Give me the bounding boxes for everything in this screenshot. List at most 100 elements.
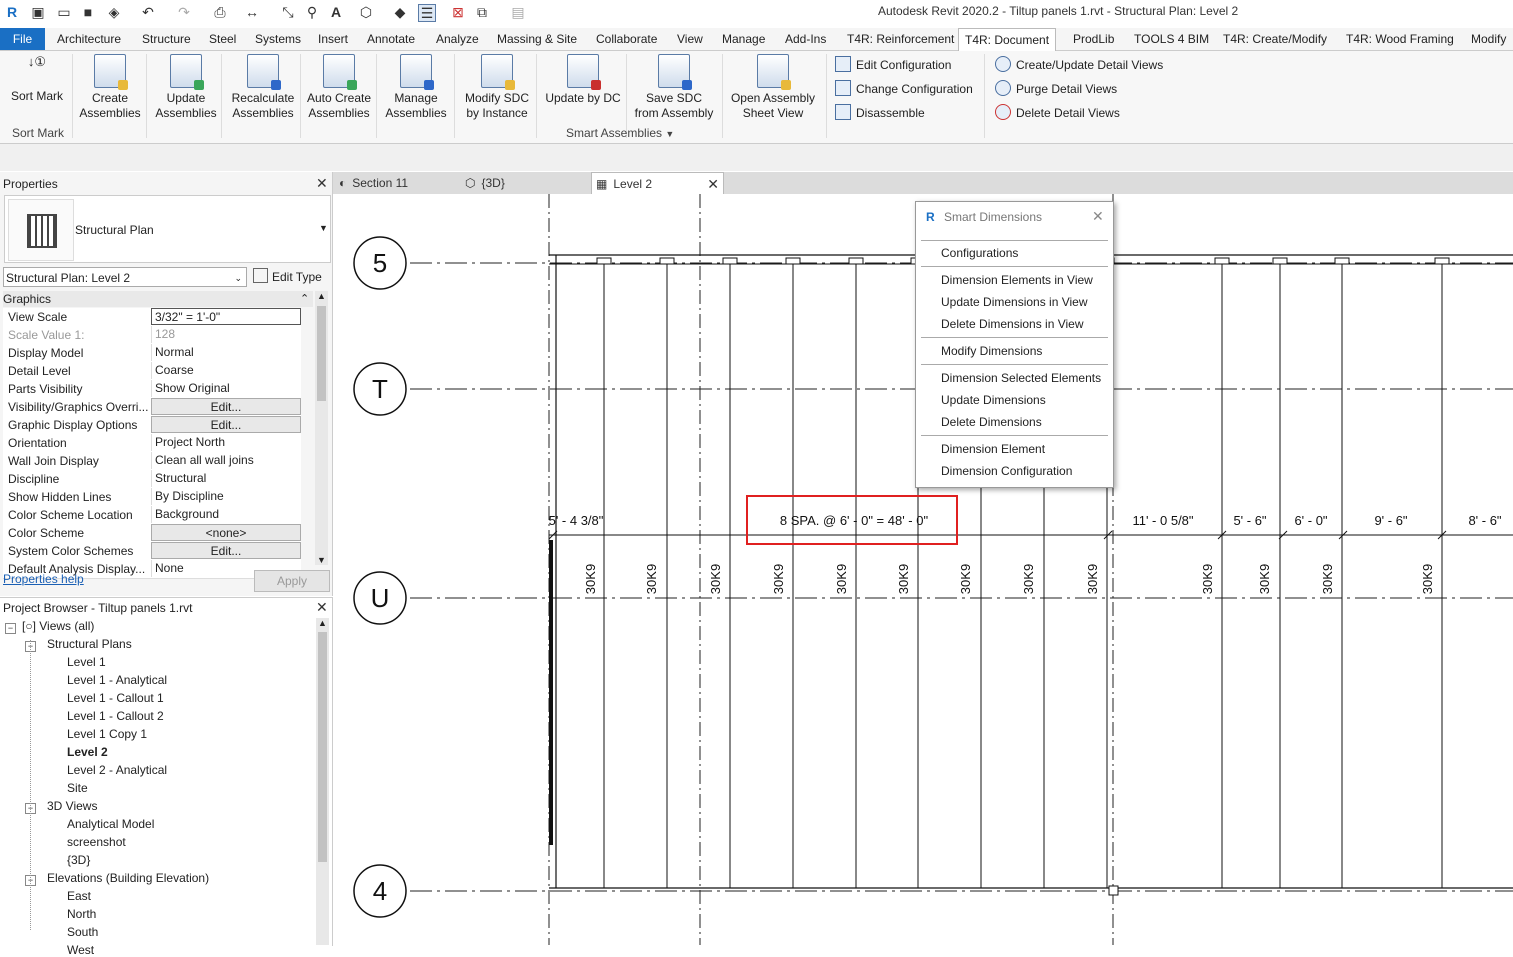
tab-t4r-create-modify[interactable]: T4R: Create/Modify: [1223, 32, 1327, 46]
save-sdc-from-assembly-button[interactable]: Save SDC from Assembly: [629, 54, 719, 121]
tab-tools-4-bim[interactable]: TOOLS 4 BIM: [1134, 32, 1209, 46]
measure-icon[interactable]: ↔: [244, 4, 260, 20]
close-icon[interactable]: ✕: [316, 175, 328, 192]
tab-architecture[interactable]: Architecture: [57, 32, 121, 46]
change-configuration-button[interactable]: Change Configuration: [835, 80, 973, 96]
revit-logo-icon[interactable]: R: [4, 4, 20, 20]
browser-node[interactable]: Site: [67, 781, 88, 795]
update-by-dc-button[interactable]: Update by DC: [540, 54, 626, 106]
undo-icon[interactable]: ↶: [140, 4, 156, 20]
menu-item-dimension-element[interactable]: Dimension Element: [941, 442, 1045, 456]
tab-systems[interactable]: Systems: [255, 32, 301, 46]
manage-assemblies-button[interactable]: Manage Assemblies: [380, 54, 452, 121]
edit-type-button[interactable]: Edit Type: [253, 268, 322, 284]
property-value[interactable]: Clean all wall joins: [151, 452, 301, 469]
tab-insert[interactable]: Insert: [318, 32, 348, 46]
3d-view-icon[interactable]: ⬡: [358, 4, 374, 20]
menu-item-update-dimensions[interactable]: Update Dimensions: [941, 393, 1046, 407]
browser-node[interactable]: Level 1 Copy 1: [67, 727, 147, 741]
disassemble-button[interactable]: Disassemble: [835, 104, 925, 120]
create-assemblies-button[interactable]: Create Assemblies: [78, 54, 142, 121]
browser-node[interactable]: South: [67, 925, 98, 939]
panel-label-smart-assemblies[interactable]: Smart Assemblies ▼: [566, 126, 674, 140]
browser-node[interactable]: West: [67, 943, 94, 957]
purge-detail-views-button[interactable]: Purge Detail Views: [995, 80, 1117, 96]
view-instance-selector[interactable]: Structural Plan: Level 2 ⌄: [3, 267, 247, 287]
graphics-group[interactable]: Graphics ⌃: [3, 291, 313, 307]
tab-modify[interactable]: Modify: [1471, 32, 1506, 46]
property-edit-button[interactable]: Edit...: [151, 542, 301, 559]
browser-node[interactable]: Analytical Model: [67, 817, 154, 831]
modify-sdc-by-instance-button[interactable]: Modify SDC by Instance: [459, 54, 535, 121]
menu-item-dimension-selected-elements[interactable]: Dimension Selected Elements: [941, 371, 1101, 385]
property-value[interactable]: Show Original: [151, 380, 301, 397]
tab-file[interactable]: File: [0, 28, 45, 50]
apply-button[interactable]: Apply: [254, 570, 330, 592]
open-assembly-sheet-view-button[interactable]: Open Assembly Sheet View: [727, 54, 819, 121]
browser-node[interactable]: {3D}: [67, 853, 90, 867]
tab-t4r-wood-framing[interactable]: T4R: Wood Framing: [1346, 32, 1454, 46]
collapse-toggle-icon[interactable]: −: [5, 623, 16, 634]
tab-level-2[interactable]: ▦ Level 2 ✕: [591, 172, 724, 195]
tab-massing-site[interactable]: Massing & Site: [497, 32, 577, 46]
tab-annotate[interactable]: Annotate: [367, 32, 415, 46]
recalculate-assemblies-button[interactable]: Recalculate Assemblies: [226, 54, 300, 121]
property-value[interactable]: Normal: [151, 344, 301, 361]
property-value[interactable]: Structural: [151, 470, 301, 487]
browser-node[interactable]: Level 1 - Analytical: [67, 673, 167, 687]
tab-section-11[interactable]: ◐ Section 11: [339, 172, 459, 194]
close-icon[interactable]: ✕: [316, 599, 328, 616]
browser-node[interactable]: Level 1 - Callout 1: [67, 691, 164, 705]
sync-icon[interactable]: ◈: [106, 4, 122, 20]
home-icon[interactable]: ▣: [30, 4, 46, 20]
tab-manage[interactable]: Manage: [722, 32, 765, 46]
browser-node[interactable]: Level 2: [67, 745, 108, 759]
customize-icon[interactable]: ▤: [510, 4, 526, 20]
property-edit-button[interactable]: Edit...: [151, 416, 301, 433]
properties-help-link[interactable]: Properties help: [3, 572, 84, 586]
menu-item-update-dimensions-in-view[interactable]: Update Dimensions in View: [941, 295, 1088, 309]
properties-scrollbar[interactable]: ▲ ▼: [315, 291, 328, 565]
save-icon[interactable]: ■: [80, 4, 96, 20]
edit-configuration-button[interactable]: Edit Configuration: [835, 56, 951, 72]
property-value[interactable]: Background: [151, 506, 301, 523]
update-assemblies-button[interactable]: Update Assemblies: [151, 54, 221, 121]
browser-node[interactable]: screenshot: [67, 835, 126, 849]
close-icon[interactable]: ✕: [707, 173, 719, 195]
redo-icon[interactable]: ↷: [176, 4, 192, 20]
property-value[interactable]: By Discipline: [151, 488, 301, 505]
tag-icon[interactable]: ⚲: [304, 4, 320, 20]
tab-3d[interactable]: ⬡ {3D}: [465, 172, 585, 194]
menu-item-delete-dimensions[interactable]: Delete Dimensions: [941, 415, 1042, 429]
menu-item-dimension-elements-in-view[interactable]: Dimension Elements in View: [941, 273, 1093, 287]
browser-node[interactable]: 3D Views: [47, 799, 97, 813]
browser-node[interactable]: Elevations (Building Elevation): [47, 871, 209, 885]
menu-item-modify-dimensions[interactable]: Modify Dimensions: [941, 344, 1042, 358]
browser-node[interactable]: Structural Plans: [47, 637, 132, 651]
create-update-detail-views-button[interactable]: Create/Update Detail Views: [995, 56, 1163, 72]
print-icon[interactable]: ⎙: [212, 4, 228, 20]
property-value[interactable]: Coarse: [151, 362, 301, 379]
collapse-icon[interactable]: ⌃: [300, 291, 309, 307]
tab-prodlib[interactable]: ProdLib: [1073, 32, 1114, 46]
close-hidden-icon[interactable]: ⊠: [450, 4, 466, 20]
browser-node[interactable]: Level 2 - Analytical: [67, 763, 167, 777]
section-icon[interactable]: ◆: [392, 4, 408, 20]
property-value[interactable]: Project North: [151, 434, 301, 451]
browser-node[interactable]: Level 1: [67, 655, 106, 669]
property-edit-button[interactable]: <none>: [151, 524, 301, 541]
sort-mark-button[interactable]: ↓① Sort Mark: [8, 54, 66, 104]
browser-node[interactable]: Level 1 - Callout 2: [67, 709, 164, 723]
tab-add-ins[interactable]: Add-Ins: [785, 32, 826, 46]
tab-t4r-document[interactable]: T4R: Document: [958, 28, 1057, 51]
thin-lines-icon[interactable]: ☰: [418, 4, 436, 22]
property-value[interactable]: 3/32" = 1'-0": [151, 308, 301, 325]
browser-node[interactable]: North: [67, 907, 96, 921]
tab-collaborate[interactable]: Collaborate: [596, 32, 657, 46]
property-edit-button[interactable]: Edit...: [151, 398, 301, 415]
menu-item-dimension-configuration[interactable]: Dimension Configuration: [941, 464, 1072, 478]
tab-view[interactable]: View: [677, 32, 703, 46]
browser-node[interactable]: East: [67, 889, 91, 903]
menu-item-delete-dimensions-in-view[interactable]: Delete Dimensions in View: [941, 317, 1084, 331]
browser-scrollbar[interactable]: ▲: [316, 618, 329, 945]
